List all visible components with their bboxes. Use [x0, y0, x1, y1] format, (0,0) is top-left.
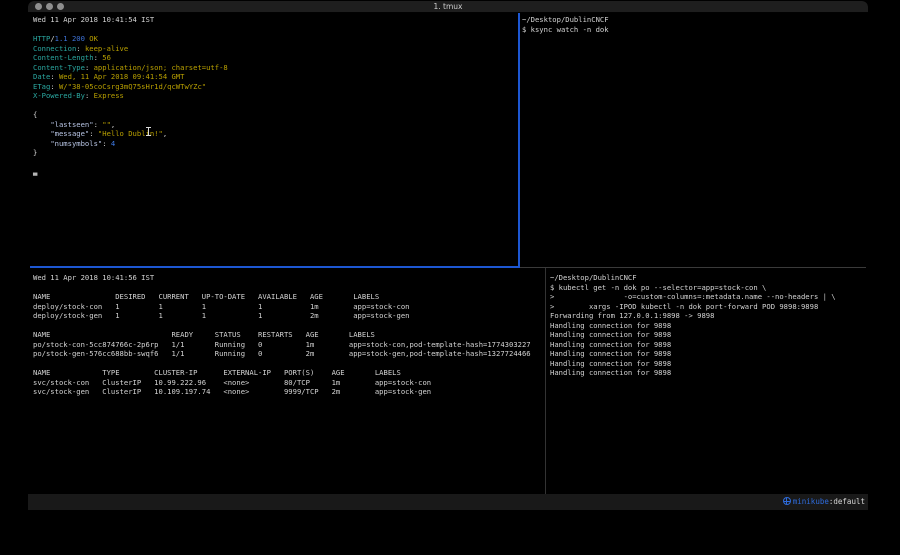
terminal-line: po/stock-con-5cc874766c-2p6rp 1/1 Runnin…	[33, 340, 549, 350]
terminal-line: "numsymbols": 4	[33, 139, 522, 149]
terminal-line: svc/stock-gen ClusterIP 10.109.197.74 <n…	[33, 387, 549, 397]
terminal-line: svc/stock-con ClusterIP 10.99.222.96 <no…	[33, 378, 549, 388]
terminal-line: ~/Desktop/DublinCNCF	[550, 273, 868, 283]
terminal-line: NAME READY STATUS RESTARTS AGE LABELS	[33, 330, 549, 340]
terminal-line: $ ksync watch -n dok	[522, 25, 868, 35]
terminal-window: 1. tmux Wed 11 Apr 2018 10:41:54 IST HTT…	[28, 1, 868, 510]
terminal-line: Date: Wed, 11 Apr 2018 09:41:54 GMT	[33, 72, 522, 82]
terminal-line: $ kubectl get -n dok po --selector=app=s…	[550, 283, 868, 293]
pane-kubectl-get[interactable]: Wed 11 Apr 2018 10:41:56 IST NAME DESIRE…	[28, 269, 549, 498]
terminal-line: Content-Length: 56	[33, 53, 522, 63]
terminal-line: NAME DESIRED CURRENT UP-TO-DATE AVAILABL…	[33, 292, 549, 302]
pane-ksync-watch[interactable]: ~/Desktop/DublinCNCF$ ksync watch -n dok	[520, 13, 868, 269]
pane-divider-vertical-top-active[interactable]	[518, 13, 520, 268]
window-title: 1. tmux	[28, 2, 868, 11]
terminal-line: Handling connection for 9898	[550, 349, 868, 359]
terminal-line: "lastseen": "",	[33, 120, 522, 130]
kube-context-name: minikube	[793, 497, 829, 506]
terminal-line: Content-Type: application/json; charset=…	[33, 63, 522, 73]
terminal-line: ETag: W/"38-05coCsrg3mQ75sHr1d/qcWTwYZc"	[33, 82, 522, 92]
terminal-line: deploy/stock-con 1 1 1 1 1m app=stock-co…	[33, 302, 549, 312]
terminal-line: HTTP/1.1 200 OK	[33, 34, 522, 44]
tmux-terminal: Wed 11 Apr 2018 10:41:54 IST HTTP/1.1 20…	[28, 13, 868, 494]
terminal-line: Forwarding from 127.0.0.1:9898 -> 9898	[550, 311, 868, 321]
terminal-line: ~/Desktop/DublinCNCF	[522, 15, 868, 25]
pane-divider-horizontal-right[interactable]	[520, 267, 866, 268]
terminal-line: Handling connection for 9898	[550, 321, 868, 331]
terminal-line: "message": "Hello Dublin!",	[33, 129, 522, 139]
tmux-status-bar: demo0:bash* minikube:default	[28, 494, 868, 510]
terminal-line	[33, 158, 522, 168]
terminal-line: Handling connection for 9898	[550, 359, 868, 369]
title-bar[interactable]: 1. tmux	[28, 1, 868, 12]
terminal-line: Wed 11 Apr 2018 10:41:56 IST	[33, 273, 549, 283]
terminal-line	[33, 321, 549, 331]
terminal-line: Handling connection for 9898	[550, 340, 868, 350]
status-right-context: minikube:default	[783, 494, 865, 510]
terminal-line: Handling connection for 9898	[550, 330, 868, 340]
terminal-line: }	[33, 148, 522, 158]
pane-divider-horizontal-left-active[interactable]	[30, 266, 520, 268]
terminal-line: > -o=custom-columns=:metadata.name --no-…	[550, 292, 868, 302]
mouse-ibeam-cursor	[146, 126, 151, 137]
terminal-line: {	[33, 110, 522, 120]
pane-divider-vertical-bottom[interactable]	[545, 268, 546, 494]
terminal-line: ▃	[33, 167, 522, 177]
terminal-line	[33, 359, 549, 369]
pane-port-forward[interactable]: ~/Desktop/DublinCNCF$ kubectl get -n dok…	[547, 269, 868, 498]
terminal-line: po/stock-gen-576cc688bb-swqf6 1/1 Runnin…	[33, 349, 549, 359]
terminal-line	[33, 283, 549, 293]
kubernetes-helm-icon	[783, 497, 791, 505]
terminal-line: Handling connection for 9898	[550, 368, 868, 378]
kube-namespace: :default	[829, 497, 865, 506]
terminal-line: deploy/stock-gen 1 1 1 1 2m app=stock-ge…	[33, 311, 549, 321]
terminal-line: Connection: keep-alive	[33, 44, 522, 54]
terminal-line	[33, 25, 522, 35]
terminal-line: NAME TYPE CLUSTER-IP EXTERNAL-IP PORT(S)…	[33, 368, 549, 378]
terminal-line: Wed 11 Apr 2018 10:41:54 IST	[33, 15, 522, 25]
pane-http-response[interactable]: Wed 11 Apr 2018 10:41:54 IST HTTP/1.1 20…	[28, 13, 522, 269]
terminal-line	[33, 101, 522, 111]
terminal-line: > xargs -IPOD kubectl -n dok port-forwar…	[550, 302, 868, 312]
terminal-line: X-Powered-By: Express	[33, 91, 522, 101]
